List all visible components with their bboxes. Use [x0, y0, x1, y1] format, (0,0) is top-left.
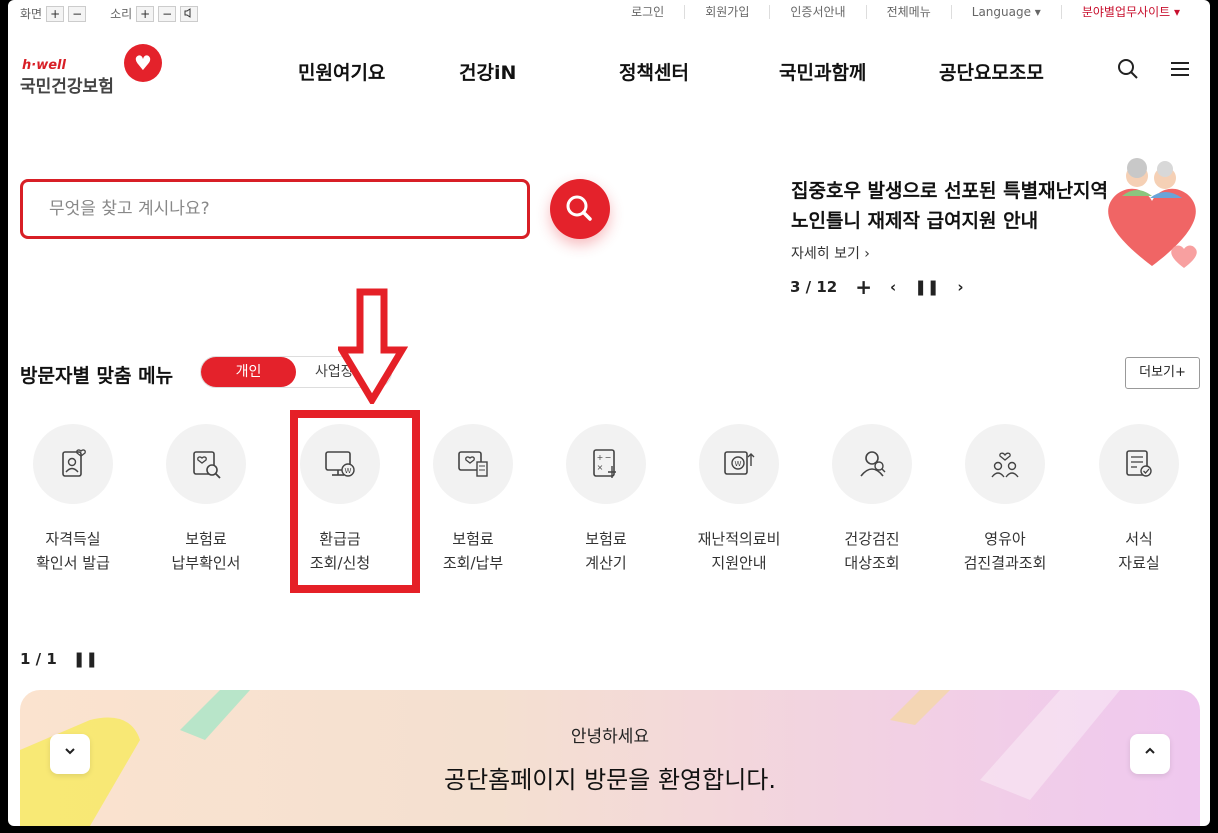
chevron-down-icon	[65, 748, 75, 755]
seniors-heart-illustration	[1102, 156, 1202, 281]
chevron-up-icon	[1145, 747, 1155, 754]
business-site-select[interactable]: 분야별업무사이트 ▾	[1060, 5, 1200, 19]
tile-label: 영유아 검진결과조회	[963, 530, 1047, 572]
menu-tile-premium-payment[interactable]: 보험료 조회/납부	[418, 424, 528, 575]
banner-controls: 3 / 12 + ‹ ❚❚ ›	[790, 275, 964, 299]
screen-size-label: 화면	[20, 7, 43, 21]
certificate-guide-link[interactable]: 인증서안내	[769, 5, 865, 19]
search-icon	[566, 195, 592, 221]
screen-zoom-out-button[interactable]: −	[68, 5, 87, 22]
collapse-up-button[interactable]	[1130, 734, 1170, 774]
tile-label: 재난적의료비 지원안내	[697, 530, 781, 572]
document-search-icon	[166, 424, 246, 504]
all-menu-link[interactable]: 전체메뉴	[865, 5, 951, 19]
site-logo[interactable]: h·well 국민건강보험 ♥	[20, 44, 170, 97]
calculator-icon: + − ×	[566, 424, 646, 504]
menu-tile-qualification[interactable]: 자격득실 확인서 발급	[18, 424, 128, 575]
menu-pager: 1 / 1 ❚❚	[20, 650, 98, 668]
tab-individual[interactable]: 개인	[201, 357, 296, 387]
signup-link[interactable]: 회원가입	[684, 5, 769, 19]
banner-title[interactable]: 집중호우 발생으로 선포된 특별재난지역 노인틀니 재제작 급여지원 안내	[791, 176, 1121, 236]
menu-tile-premium-certificate[interactable]: 보험료 납부확인서	[151, 424, 261, 575]
welcome-greeting: 안녕하세요	[570, 727, 650, 747]
menu-tile-catastrophic-medical[interactable]: W 재난적의료비 지원안내	[684, 424, 794, 575]
nav-item-about[interactable]: 공단요모조모	[939, 58, 1044, 85]
search-box	[20, 179, 530, 239]
welcome-background-shapes	[20, 690, 1120, 826]
nav-item-civil[interactable]: 민원여기요	[298, 58, 385, 85]
accessibility-controls: 화면 + − 소리 + −	[20, 5, 199, 22]
svg-text:W: W	[735, 460, 742, 468]
nav-item-policy[interactable]: 정책센터	[619, 58, 689, 85]
banner-more-link[interactable]: 자세히 보기 ›	[791, 243, 870, 263]
nav-item-citizens[interactable]: 국민과함께	[779, 58, 866, 85]
medical-support-icon: W	[699, 424, 779, 504]
hamburger-menu-icon[interactable]	[1169, 58, 1191, 86]
annotation-down-arrow-icon	[338, 288, 408, 404]
search-input[interactable]	[23, 182, 527, 236]
tile-label: 서식 자료실	[1118, 530, 1160, 572]
nav-item-health-in[interactable]: 건강iN	[459, 58, 516, 85]
expand-down-button[interactable]	[50, 734, 90, 774]
tile-label: 자격득실 확인서 발급	[36, 530, 110, 572]
payment-card-icon	[433, 424, 513, 504]
logo-brand: h·well	[22, 58, 66, 73]
tile-label: 보험료 계산기	[585, 530, 627, 572]
logo-name: 국민건강보험	[20, 77, 114, 97]
banner-prev-icon[interactable]: ‹	[890, 278, 896, 296]
search-icon[interactable]	[1117, 58, 1139, 86]
heart-logo-icon: ♥	[124, 44, 162, 82]
more-menu-button[interactable]: 더보기+	[1125, 357, 1200, 389]
visitor-menu-title: 방문자별 맞춤 메뉴	[20, 365, 174, 387]
sound-down-button[interactable]: −	[158, 5, 177, 22]
certificate-icon	[33, 424, 113, 504]
menu-tile-child-checkup[interactable]: 영유아 검진결과조회	[950, 424, 1060, 575]
utility-links: 로그인 회원가입 인증서안내 전체메뉴 Language ▾ 분야별업무사이트 …	[611, 5, 1200, 19]
sound-up-button[interactable]: +	[136, 5, 155, 22]
welcome-banner: 안녕하세요 공단홈페이지 방문을 환영합니다.	[20, 690, 1200, 826]
sound-label: 소리	[110, 7, 133, 21]
menu-page-counter: 1 / 1	[20, 650, 57, 668]
browser-viewport: 화면 + − 소리 + − 로그인 회원가입 인증서안내 전체메뉴 Langua…	[8, 0, 1210, 826]
menu-pause-icon[interactable]: ❚❚	[73, 650, 98, 668]
health-checkup-icon	[832, 424, 912, 504]
annotation-highlight-box	[290, 410, 420, 593]
screen-zoom-in-button[interactable]: +	[46, 5, 65, 22]
language-select[interactable]: Language ▾	[950, 5, 1061, 19]
welcome-message: 공단홈페이지 방문을 환영합니다.	[443, 766, 776, 794]
banner-counter: 3 / 12	[790, 278, 838, 296]
menu-tile-forms[interactable]: 서식 자료실	[1084, 424, 1194, 575]
tile-label: 보험료 납부확인서	[171, 530, 241, 572]
banner-plus-button[interactable]: +	[855, 275, 872, 299]
banner-next-icon[interactable]: ›	[957, 278, 963, 296]
svg-text:−: −	[605, 453, 612, 462]
banner-pause-icon[interactable]: ❚❚	[914, 278, 939, 296]
tile-label: 건강검진 대상조회	[844, 530, 900, 572]
forms-icon	[1099, 424, 1179, 504]
tile-label: 보험료 조회/납부	[442, 530, 504, 572]
menu-tile-calculator[interactable]: + − × 보험료 계산기	[551, 424, 661, 575]
login-link[interactable]: 로그인	[611, 5, 684, 19]
search-button[interactable]	[550, 179, 610, 239]
menu-tile-health-checkup[interactable]: 건강검진 대상조회	[817, 424, 927, 575]
child-checkup-icon	[965, 424, 1045, 504]
utility-bar: 화면 + − 소리 + − 로그인 회원가입 인증서안내 전체메뉴 Langua…	[8, 0, 1210, 28]
svg-text:+: +	[597, 453, 604, 462]
speaker-icon[interactable]	[180, 5, 199, 22]
svg-text:×: ×	[597, 463, 604, 472]
